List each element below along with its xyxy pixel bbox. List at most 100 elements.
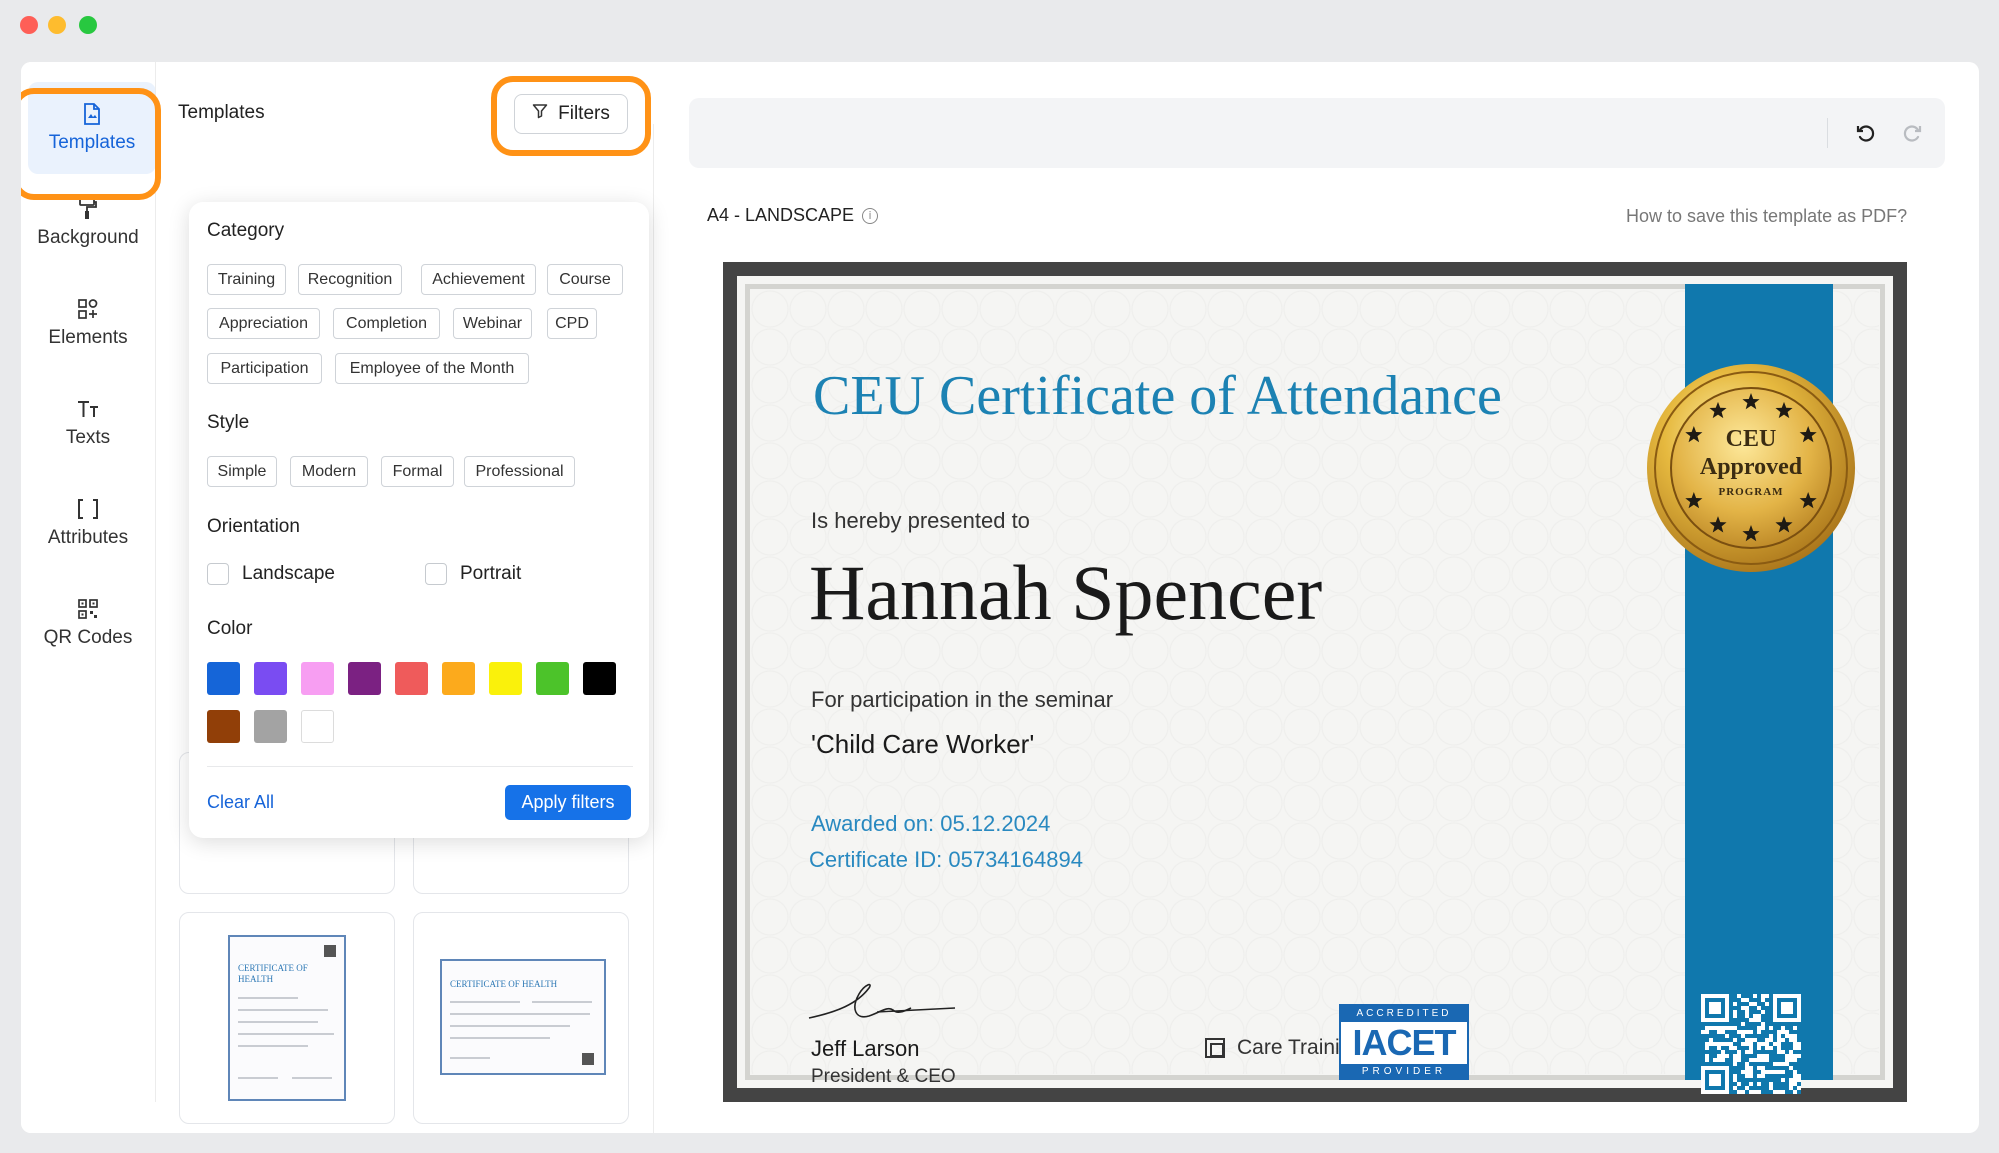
text-line (238, 997, 298, 999)
sidebar-item-background[interactable]: Background (21, 177, 155, 269)
window-titlebar (0, 0, 1999, 48)
clear-all-link[interactable]: Clear All (207, 792, 274, 813)
sidebar-item-templates[interactable]: Templates (28, 82, 156, 174)
color-swatch[interactable] (207, 662, 240, 695)
color-swatch[interactable] (301, 662, 334, 695)
ceu-approved-seal[interactable]: CEU Approved PROGRAM (1645, 362, 1857, 574)
filter-chip-professional[interactable]: Professional (464, 456, 575, 487)
filter-chip-formal[interactable]: Formal (381, 456, 454, 487)
orientation-heading: Orientation (207, 516, 300, 537)
minimize-window-button[interactable] (48, 16, 66, 34)
sidebar-item-label: Texts (65, 427, 111, 448)
filter-chip-achievement[interactable]: Achievement (421, 264, 536, 295)
template-thumbnail-title: CERTIFICATE OF HEALTH (238, 963, 308, 984)
filter-chip-cpd[interactable]: CPD (547, 308, 597, 339)
portrait-label: Portrait (460, 563, 522, 584)
filter-chip-simple[interactable]: Simple (207, 456, 277, 487)
page-size-label: A4 - LANDSCAPE i (707, 205, 879, 226)
accreditation-logo-text: IACET (1352, 1022, 1457, 1063)
maximize-window-button[interactable] (79, 16, 97, 34)
color-swatch[interactable] (489, 662, 522, 695)
signature-image[interactable] (807, 976, 957, 1026)
text-icon (76, 397, 100, 421)
sidebar-item-qr-codes[interactable]: QR Codes (21, 577, 155, 669)
template-thumbnail[interactable]: CERTIFICATE OF HEALTH (413, 912, 629, 1124)
signer-name[interactable]: Jeff Larson (811, 1036, 919, 1062)
style-heading: Style (207, 412, 250, 433)
filters-button[interactable]: Filters (514, 94, 628, 134)
file-icon (80, 102, 104, 126)
template-thumbnail-title: CERTIFICATE OF HEALTH (450, 979, 558, 989)
filters-popover: Category Training Recognition Achievemen… (189, 202, 649, 838)
participation-text[interactable]: For participation in the seminar (811, 687, 1113, 713)
text-line (292, 1077, 332, 1079)
sidebar-item-label: Templates (48, 132, 136, 153)
apply-filters-button[interactable]: Apply filters (505, 785, 631, 820)
sidebar-item-label: Attributes (47, 527, 129, 548)
filter-chip-completion[interactable]: Completion (333, 308, 440, 339)
filter-chip-participation[interactable]: Participation (207, 353, 322, 384)
recipient-name[interactable]: Hannah Spencer (809, 548, 1322, 638)
color-swatch[interactable] (442, 662, 475, 695)
presented-text[interactable]: Is hereby presented to (811, 508, 1030, 534)
sidebar-item-label: Background (37, 227, 139, 248)
seminar-name[interactable]: 'Child Care Worker' (811, 729, 1034, 760)
color-swatch[interactable] (395, 662, 428, 695)
close-window-button[interactable] (20, 16, 38, 34)
color-swatch[interactable] (348, 662, 381, 695)
awarded-date[interactable]: Awarded on: 05.12.2024 (811, 811, 1050, 837)
filter-chip-training[interactable]: Training (207, 264, 286, 295)
filter-chip-appreciation[interactable]: Appreciation (207, 308, 320, 339)
sidebar-item-attributes[interactable]: Attributes (21, 477, 155, 569)
qr-code-image[interactable] (1701, 994, 1801, 1094)
filters-button-label: Filters (558, 103, 610, 124)
seal-text-program: PROGRAM (1718, 486, 1784, 498)
iacet-badge[interactable]: ACCREDITED IACET PROVIDER (1339, 1004, 1469, 1080)
color-swatch[interactable] (254, 710, 287, 743)
color-swatch[interactable] (536, 662, 569, 695)
brackets-icon (76, 497, 100, 521)
template-preview: CERTIFICATE OF HEALTH (228, 935, 346, 1101)
filter-chip-employee-of-the-month[interactable]: Employee of the Month (335, 353, 529, 384)
filter-chip-modern[interactable]: Modern (290, 456, 368, 487)
filter-chip-recognition[interactable]: Recognition (298, 264, 402, 295)
template-thumbnail[interactable]: CERTIFICATE OF HEALTH (179, 912, 395, 1124)
template-preview: CERTIFICATE OF HEALTH (440, 959, 606, 1075)
toolbar-divider (1827, 118, 1828, 148)
sidebar-item-elements[interactable]: Elements (21, 277, 155, 369)
color-swatch[interactable] (583, 662, 616, 695)
text-line (532, 1001, 592, 1003)
text-line (450, 1001, 520, 1003)
info-icon[interactable]: i (862, 207, 879, 224)
app-window: Templates Background Elements Texts Attr… (21, 62, 1979, 1133)
portrait-checkbox[interactable] (425, 563, 447, 585)
color-swatch[interactable] (254, 662, 287, 695)
panel-divider (653, 124, 654, 1133)
certificate-canvas[interactable]: CEU Certificate of Attendance Is hereby … (723, 262, 1907, 1102)
certificate-title[interactable]: CEU Certificate of Attendance (813, 364, 1502, 428)
redo-icon[interactable] (1899, 120, 1925, 146)
sidebar-item-texts[interactable]: Texts (21, 377, 155, 469)
signer-role[interactable]: President & CEO (811, 1066, 956, 1088)
landscape-label: Landscape (242, 563, 335, 584)
text-line (238, 1077, 278, 1079)
filters-divider (207, 766, 633, 767)
seal-text-approved: Approved (1699, 454, 1803, 480)
landscape-checkbox[interactable] (207, 563, 229, 585)
filter-chip-course[interactable]: Course (547, 264, 623, 295)
text-line (450, 1057, 490, 1059)
qr-code-icon (582, 1053, 594, 1065)
color-swatch[interactable] (301, 710, 334, 743)
undo-icon[interactable] (1853, 120, 1879, 146)
save-pdf-help-link[interactable]: How to save this template as PDF? (1626, 206, 1907, 227)
color-heading: Color (207, 618, 253, 639)
filter-chip-webinar[interactable]: Webinar (453, 308, 532, 339)
text-line (450, 1037, 550, 1039)
certificate-id[interactable]: Certificate ID: 05734164894 (809, 847, 1083, 873)
shapes-icon (76, 297, 100, 321)
text-line (238, 1009, 328, 1011)
color-swatch[interactable] (207, 710, 240, 743)
text-line (450, 1025, 570, 1027)
seal-text-ceu: CEU (1725, 426, 1777, 452)
templates-panel-title: Templates (178, 102, 265, 123)
